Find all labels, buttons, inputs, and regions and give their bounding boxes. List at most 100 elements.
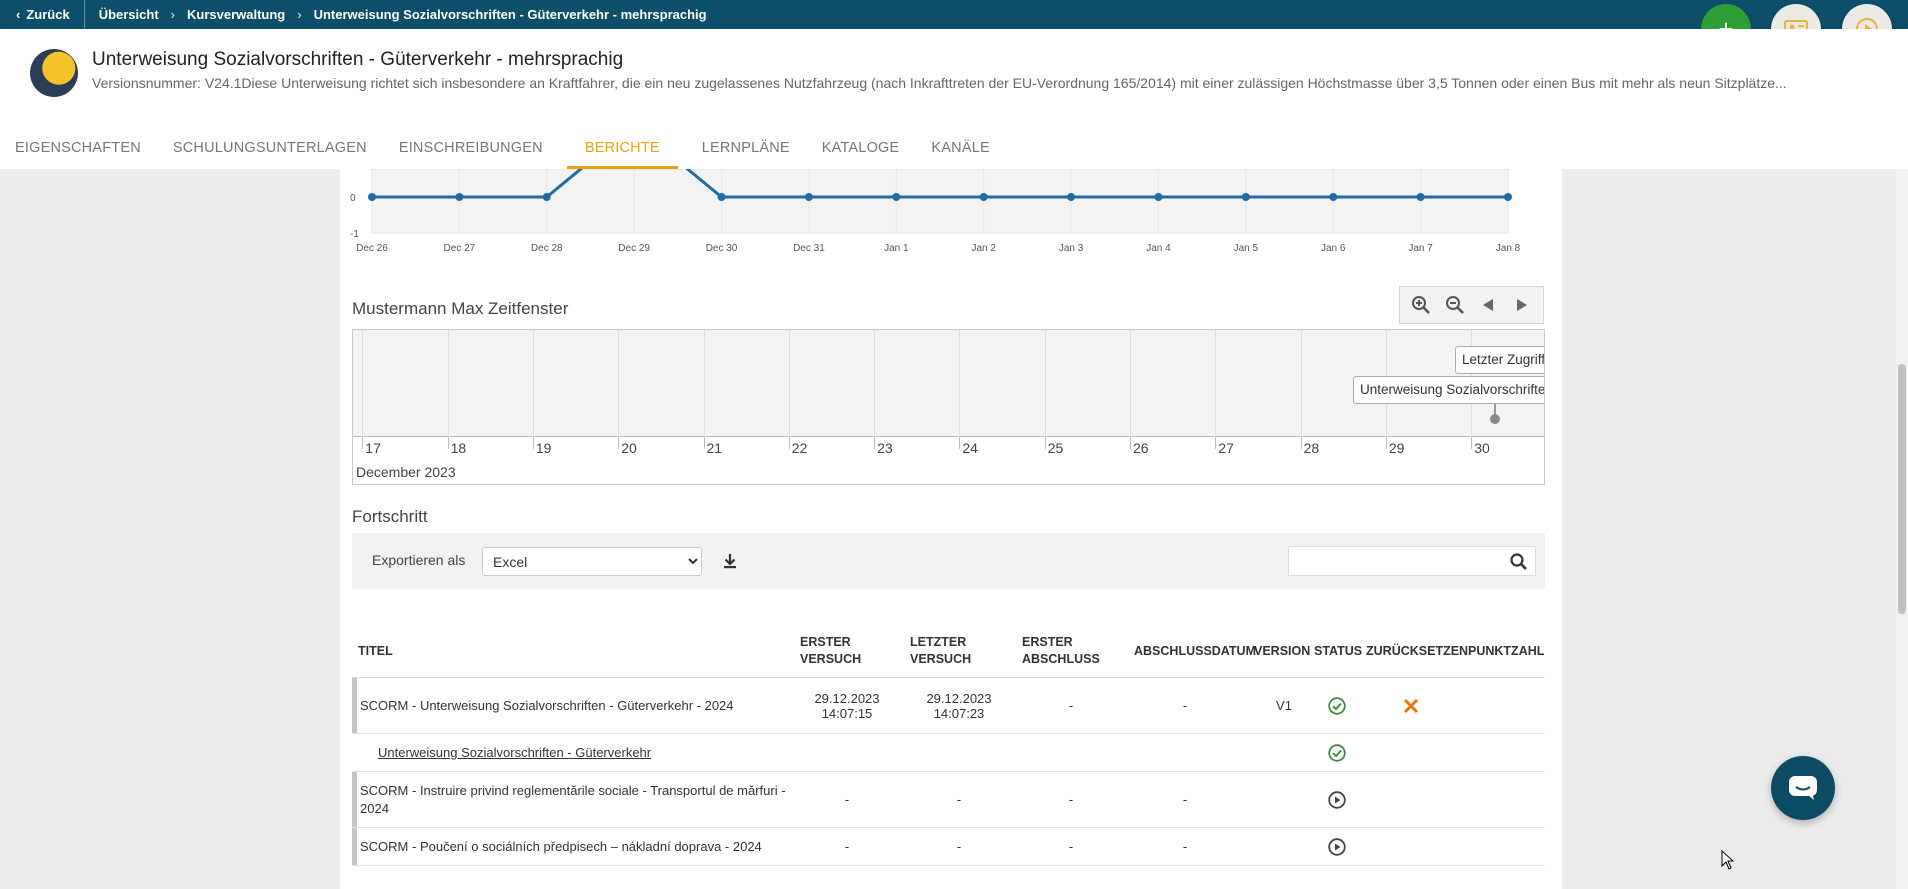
col-completion-date[interactable]: ABSCHLUSSDATUM: [1134, 624, 1256, 678]
timeline-gridline: [1300, 330, 1302, 437]
col-title[interactable]: TITEL: [358, 624, 658, 678]
progress-table: TITEL ERSTER VERSUCH LETZTER VERSUCH ERS…: [352, 624, 1545, 866]
timeline-day-label: 29: [1388, 440, 1405, 456]
status-check-icon: [1322, 734, 1352, 771]
timeline-tick: [1044, 437, 1046, 449]
chart-x-tick-label: Dec 30: [706, 243, 738, 254]
timeline-controls: [1399, 286, 1544, 324]
row-version: V1: [1276, 698, 1292, 713]
breadcrumb-item[interactable]: Kursverwaltung: [187, 7, 285, 22]
chart-point[interactable]: [892, 193, 901, 201]
search-input[interactable]: [1289, 547, 1499, 575]
chart-point[interactable]: [979, 193, 988, 201]
timeline-day-label: 18: [450, 440, 467, 456]
tab-kataloge[interactable]: KATALOGE: [806, 127, 916, 169]
tab-eigenschaften[interactable]: EIGENSCHAFTEN: [0, 127, 157, 169]
chart-x-tick-label: Jan 3: [1059, 243, 1084, 254]
timeline-day-label: 27: [1218, 440, 1234, 456]
chart-point[interactable]: [1154, 193, 1163, 201]
chart-y-tick-label: 0: [350, 193, 356, 204]
timeline-tick: [1300, 437, 1302, 449]
chart-point[interactable]: [1241, 193, 1250, 201]
chart-point[interactable]: [542, 193, 551, 201]
timeline-gridline: [1130, 330, 1131, 437]
col-last-attempt[interactable]: LETZTER VERSUCH: [910, 624, 990, 678]
chart-point[interactable]: [1329, 193, 1338, 201]
tab-kanaele[interactable]: KANÄLE: [915, 127, 1005, 169]
zoom-out-icon[interactable]: [1444, 294, 1466, 316]
breadcrumb-item[interactable]: Übersicht: [99, 7, 159, 22]
row-first-completion: -: [1068, 839, 1074, 854]
table-row[interactable]: SCORM - Poučení o sociálních předpisech …: [352, 828, 1545, 866]
col-reset[interactable]: ZURÜCKSETZEN: [1366, 624, 1468, 678]
chevron-left-icon: ‹: [16, 7, 21, 22]
tab-bar: EIGENSCHAFTEN SCHULUNGSUNTERLAGEN EINSCH…: [0, 127, 1006, 169]
col-first-attempt[interactable]: ERSTER VERSUCH: [800, 624, 890, 678]
row-sub-link[interactable]: Unterweisung Sozialvorschriften - Güterv…: [378, 745, 651, 760]
timeline-gridline: [362, 330, 364, 437]
tab-einschreibungen[interactable]: EINSCHREIBUNGEN: [383, 127, 559, 169]
export-format-select[interactable]: Excel: [482, 547, 702, 576]
chart-point[interactable]: [1067, 193, 1076, 201]
col-version[interactable]: VERSION: [1254, 624, 1314, 678]
status-check-icon: [1322, 678, 1352, 733]
timeline-tick: [1385, 437, 1387, 449]
tab-schulungsunterlagen[interactable]: SCHULUNGSUNTERLAGEN: [157, 127, 383, 169]
chart-point[interactable]: [804, 193, 813, 201]
row-completion-date: -: [1182, 698, 1188, 713]
row-title: SCORM - Instruire privind reglementările…: [360, 782, 786, 816]
chart-x-tick-label: Dec 27: [444, 243, 476, 254]
timeline-gridline: [788, 330, 790, 437]
chart-point[interactable]: [717, 193, 726, 201]
back-button[interactable]: ‹ Zurück: [0, 0, 85, 29]
chart-y-tick-label: -1: [350, 229, 359, 240]
row-completion-date: -: [1182, 792, 1188, 807]
reset-x-icon[interactable]: [1396, 678, 1426, 733]
zoom-in-icon[interactable]: [1410, 294, 1432, 316]
chart-point[interactable]: [368, 193, 376, 201]
table-row-sub[interactable]: Unterweisung Sozialvorschriften - Güterv…: [352, 734, 1545, 772]
chart-point[interactable]: [1416, 193, 1425, 201]
scrollbar-thumb[interactable]: [1898, 364, 1906, 614]
timeline-item-course[interactable]: Unterweisung Sozialvorschriften - Güterv…: [1353, 376, 1544, 404]
search-icon[interactable]: [1509, 552, 1529, 572]
chart-point[interactable]: [1504, 193, 1512, 201]
row-completion-date: -: [1182, 839, 1188, 854]
timeline-day-label: 24: [962, 440, 978, 456]
row-last-attempt: 29.12.2023 14:07:23: [926, 690, 992, 721]
timeline-day-label: 28: [1303, 440, 1320, 456]
progress-title: Fortschritt: [352, 507, 428, 526]
timeline-gridline: [618, 330, 620, 437]
timeline-day-label: 23: [877, 440, 893, 456]
chart-x-tick-label: Jan 5: [1234, 243, 1259, 254]
chart-point[interactable]: [455, 193, 464, 201]
top-nav: ‹ Zurück Übersicht › Kursverwaltung › Un…: [0, 0, 1908, 29]
col-score[interactable]: PUNKTZAHL: [1468, 624, 1548, 678]
chart-x-tick-label: Jan 2: [971, 243, 996, 254]
row-indicator: [352, 828, 357, 865]
timeline-item-last-access[interactable]: Letzter Zugriff: [1455, 346, 1544, 374]
move-right-icon[interactable]: [1511, 294, 1533, 316]
scrollbar[interactable]: [1896, 169, 1908, 889]
timeline-tick: [447, 437, 449, 449]
timeline-tick: [1130, 437, 1131, 449]
col-first-completion[interactable]: ERSTER ABSCHLUSS: [1022, 624, 1102, 678]
tab-lernplaene[interactable]: LERNPLÄNE: [686, 127, 806, 169]
move-left-icon[interactable]: [1477, 294, 1499, 316]
chevron-right-icon: ›: [297, 7, 302, 22]
col-status[interactable]: STATUS: [1314, 624, 1364, 678]
export-label: Exportieren als: [372, 552, 466, 568]
table-row[interactable]: SCORM - Unterweisung Sozialvorschriften …: [352, 678, 1545, 734]
row-title: SCORM - Unterweisung Sozialvorschriften …: [360, 698, 734, 713]
download-icon[interactable]: [720, 551, 740, 571]
course-title: Unterweisung Sozialvorschriften - Güterv…: [92, 49, 624, 70]
timeline[interactable]: 161718192021222324252627282930 December …: [352, 329, 1545, 485]
row-first-attempt: -: [844, 792, 850, 807]
tab-berichte[interactable]: BERICHTE: [566, 127, 678, 169]
row-last-attempt: -: [956, 839, 962, 854]
table-header: TITEL ERSTER VERSUCH LETZTER VERSUCH ERS…: [352, 624, 1545, 678]
chart-x-tick-label: Jan 8: [1496, 243, 1521, 254]
chat-button[interactable]: [1771, 756, 1835, 820]
table-row[interactable]: SCORM - Instruire privind reglementările…: [352, 772, 1545, 828]
timeline-tick: [788, 437, 790, 449]
